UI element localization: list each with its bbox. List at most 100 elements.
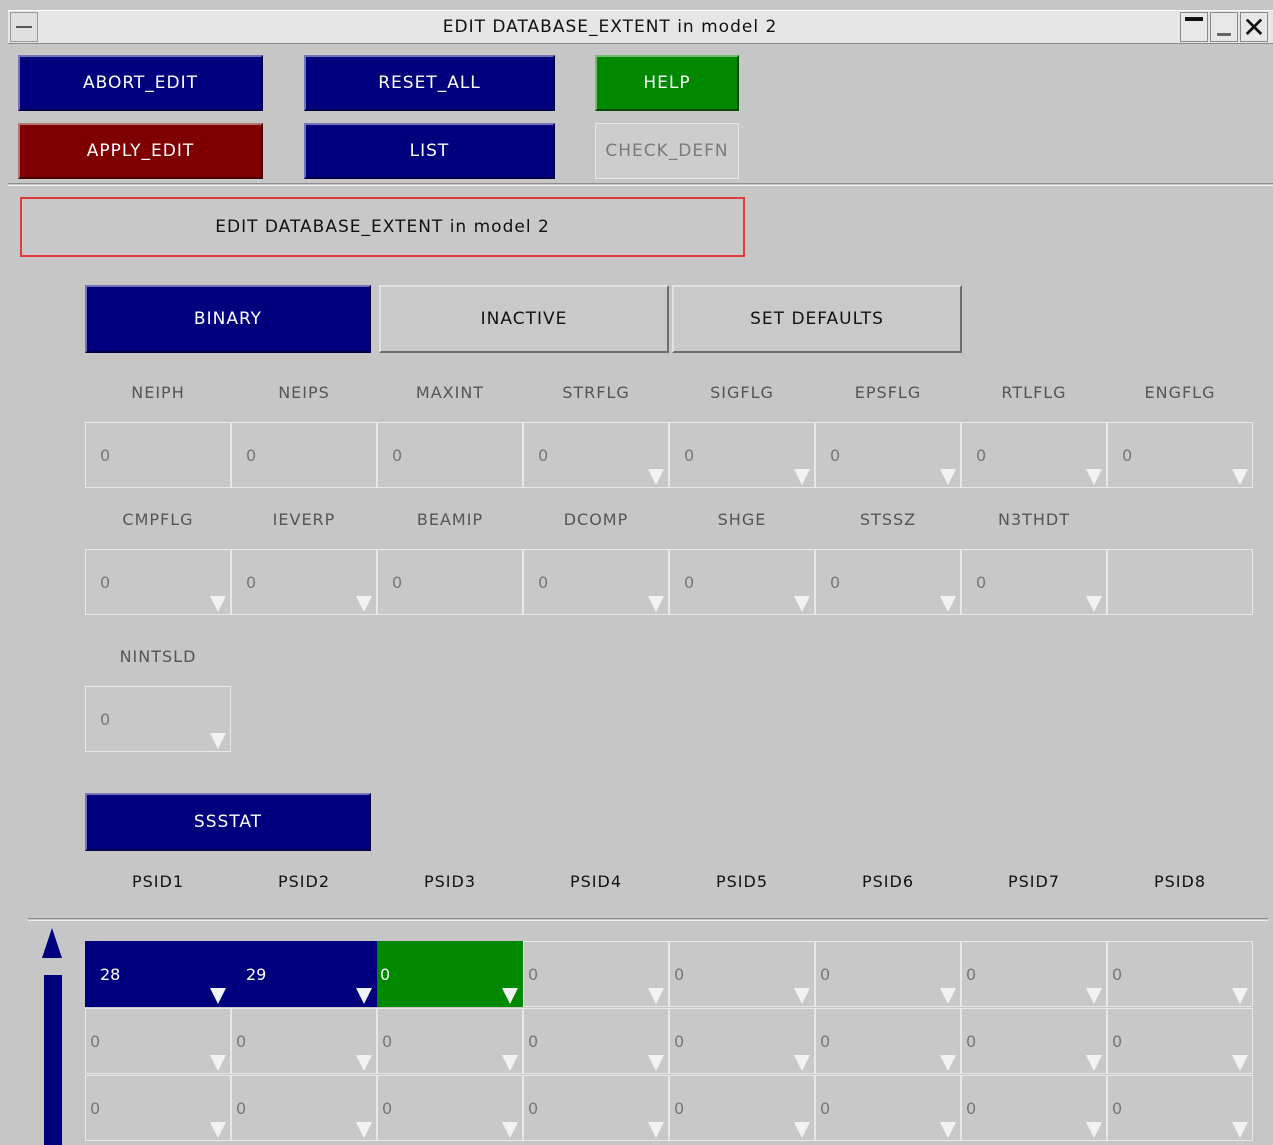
cell-value: 28 xyxy=(100,965,121,984)
inactive-button[interactable]: INACTIVE xyxy=(379,285,669,353)
psid-cell[interactable]: 0 xyxy=(669,1008,815,1074)
dropdown-arrow-icon[interactable] xyxy=(940,1122,956,1138)
psid-cell[interactable]: 0 xyxy=(231,1008,377,1074)
ieverp-field[interactable]: 0 xyxy=(231,549,377,615)
strflg-field[interactable]: 0 xyxy=(523,422,669,488)
dropdown-arrow-icon[interactable] xyxy=(794,469,810,485)
psid-cell[interactable]: 0 xyxy=(815,1075,961,1141)
dcomp-field[interactable]: 0 xyxy=(523,549,669,615)
sigflg-field[interactable]: 0 xyxy=(669,422,815,488)
dropdown-arrow-icon[interactable] xyxy=(1232,469,1248,485)
psid-cell[interactable]: 0 xyxy=(669,1075,815,1141)
psid-cell[interactable]: 0 xyxy=(815,1008,961,1074)
psid-cell[interactable]: 0 xyxy=(85,1008,231,1074)
beamip-field[interactable]: 0 xyxy=(377,549,523,615)
dropdown-arrow-icon[interactable] xyxy=(648,1055,664,1071)
dropdown-arrow-icon[interactable] xyxy=(648,988,664,1004)
psid-cell[interactable]: 0 xyxy=(377,1008,523,1074)
check-defn-button[interactable]: CHECK_DEFN xyxy=(595,123,739,179)
cell-value: 0 xyxy=(236,1032,247,1051)
dropdown-arrow-icon[interactable] xyxy=(210,733,226,749)
psid-cell[interactable]: 0 xyxy=(231,1075,377,1141)
dropdown-arrow-icon[interactable] xyxy=(648,596,664,612)
maximize-icon[interactable] xyxy=(1210,12,1238,42)
n3thdt-field[interactable]: 0 xyxy=(961,549,1107,615)
dropdown-arrow-icon[interactable] xyxy=(502,988,518,1004)
close-icon[interactable]: ✕ xyxy=(1240,12,1268,43)
dropdown-arrow-icon[interactable] xyxy=(940,469,956,485)
dropdown-arrow-icon[interactable] xyxy=(356,1055,372,1071)
dropdown-arrow-icon[interactable] xyxy=(356,1122,372,1138)
dropdown-arrow-icon[interactable] xyxy=(794,596,810,612)
neips-label: NEIPS xyxy=(278,383,330,402)
psid-cell[interactable]: 0 xyxy=(1107,941,1253,1007)
psid-cell[interactable]: 0 xyxy=(85,1075,231,1141)
dropdown-arrow-icon[interactable] xyxy=(356,988,372,1004)
dropdown-arrow-icon[interactable] xyxy=(794,1122,810,1138)
dropdown-arrow-icon[interactable] xyxy=(1086,596,1102,612)
psid-cell[interactable]: 0 xyxy=(1107,1008,1253,1074)
psid-cell[interactable]: 0 xyxy=(669,941,815,1007)
dropdown-arrow-icon[interactable] xyxy=(648,469,664,485)
nintsld-field[interactable]: 0 xyxy=(85,686,231,752)
psid-cell[interactable]: 0 xyxy=(523,1075,669,1141)
dropdown-arrow-icon[interactable] xyxy=(648,1122,664,1138)
minimize-icon[interactable] xyxy=(1180,12,1208,42)
reset-all-button[interactable]: RESET_ALL xyxy=(304,55,555,111)
cell-value: 0 xyxy=(1112,1099,1123,1118)
help-button[interactable]: HELP xyxy=(595,55,739,111)
stssz-field[interactable]: 0 xyxy=(815,549,961,615)
neips-field[interactable]: 0 xyxy=(231,422,377,488)
psid-cell[interactable]: 0 xyxy=(523,941,669,1007)
cmpflg-field[interactable]: 0 xyxy=(85,549,231,615)
rtlflg-field[interactable]: 0 xyxy=(961,422,1107,488)
psid-cell[interactable]: 28 xyxy=(85,941,231,1007)
dropdown-arrow-icon[interactable] xyxy=(1232,1122,1248,1138)
dropdown-arrow-icon[interactable] xyxy=(1232,1055,1248,1071)
psid-cell[interactable]: 0 xyxy=(961,1008,1107,1074)
cell-value: 0 xyxy=(528,1099,539,1118)
dropdown-arrow-icon[interactable] xyxy=(502,1055,518,1071)
dropdown-arrow-icon[interactable] xyxy=(210,596,226,612)
dropdown-arrow-icon[interactable] xyxy=(794,1055,810,1071)
dropdown-arrow-icon[interactable] xyxy=(502,1122,518,1138)
cell-value: 0 xyxy=(674,1099,685,1118)
psid-cell[interactable]: 0 xyxy=(961,941,1107,1007)
dropdown-arrow-icon[interactable] xyxy=(940,988,956,1004)
dropdown-arrow-icon[interactable] xyxy=(940,596,956,612)
ieverp-label: IEVERP xyxy=(272,510,336,529)
dropdown-arrow-icon[interactable] xyxy=(356,596,372,612)
dropdown-arrow-icon[interactable] xyxy=(1086,1055,1102,1071)
binary-button[interactable]: BINARY xyxy=(85,285,371,353)
dropdown-arrow-icon[interactable] xyxy=(940,1055,956,1071)
field-value: 0 xyxy=(100,710,111,729)
dropdown-arrow-icon[interactable] xyxy=(210,988,226,1004)
dropdown-arrow-icon[interactable] xyxy=(1086,1122,1102,1138)
shge-field[interactable]: 0 xyxy=(669,549,815,615)
psid-cell[interactable]: 0 xyxy=(961,1075,1107,1141)
psid-cell-active[interactable]: 0 xyxy=(377,941,523,1007)
psid-cell[interactable]: 0 xyxy=(1107,1075,1253,1141)
psid-cell[interactable]: 0 xyxy=(377,1075,523,1141)
scrollbar-thumb[interactable] xyxy=(44,975,62,1145)
psid-cell[interactable]: 0 xyxy=(523,1008,669,1074)
set-defaults-button[interactable]: SET DEFAULTS xyxy=(672,285,962,353)
maxint-field[interactable]: 0 xyxy=(377,422,523,488)
dropdown-arrow-icon[interactable] xyxy=(1086,988,1102,1004)
dropdown-arrow-icon[interactable] xyxy=(1086,469,1102,485)
psid-cell[interactable]: 0 xyxy=(815,941,961,1007)
psid-cell[interactable]: 29 xyxy=(231,941,377,1007)
field-value: 0 xyxy=(976,446,987,465)
engflg-field[interactable]: 0 xyxy=(1107,422,1253,488)
scroll-up-arrow-icon[interactable] xyxy=(42,928,62,958)
dropdown-arrow-icon[interactable] xyxy=(1232,988,1248,1004)
ssstat-button[interactable]: SSSTAT xyxy=(85,793,371,851)
dropdown-arrow-icon[interactable] xyxy=(210,1122,226,1138)
dropdown-arrow-icon[interactable] xyxy=(794,988,810,1004)
neiph-field[interactable]: 0 xyxy=(85,422,231,488)
epsflg-field[interactable]: 0 xyxy=(815,422,961,488)
list-button[interactable]: LIST xyxy=(304,123,555,179)
apply-edit-button[interactable]: APPLY_EDIT xyxy=(18,123,263,179)
dropdown-arrow-icon[interactable] xyxy=(210,1055,226,1071)
abort-edit-button[interactable]: ABORT_EDIT xyxy=(18,55,263,111)
